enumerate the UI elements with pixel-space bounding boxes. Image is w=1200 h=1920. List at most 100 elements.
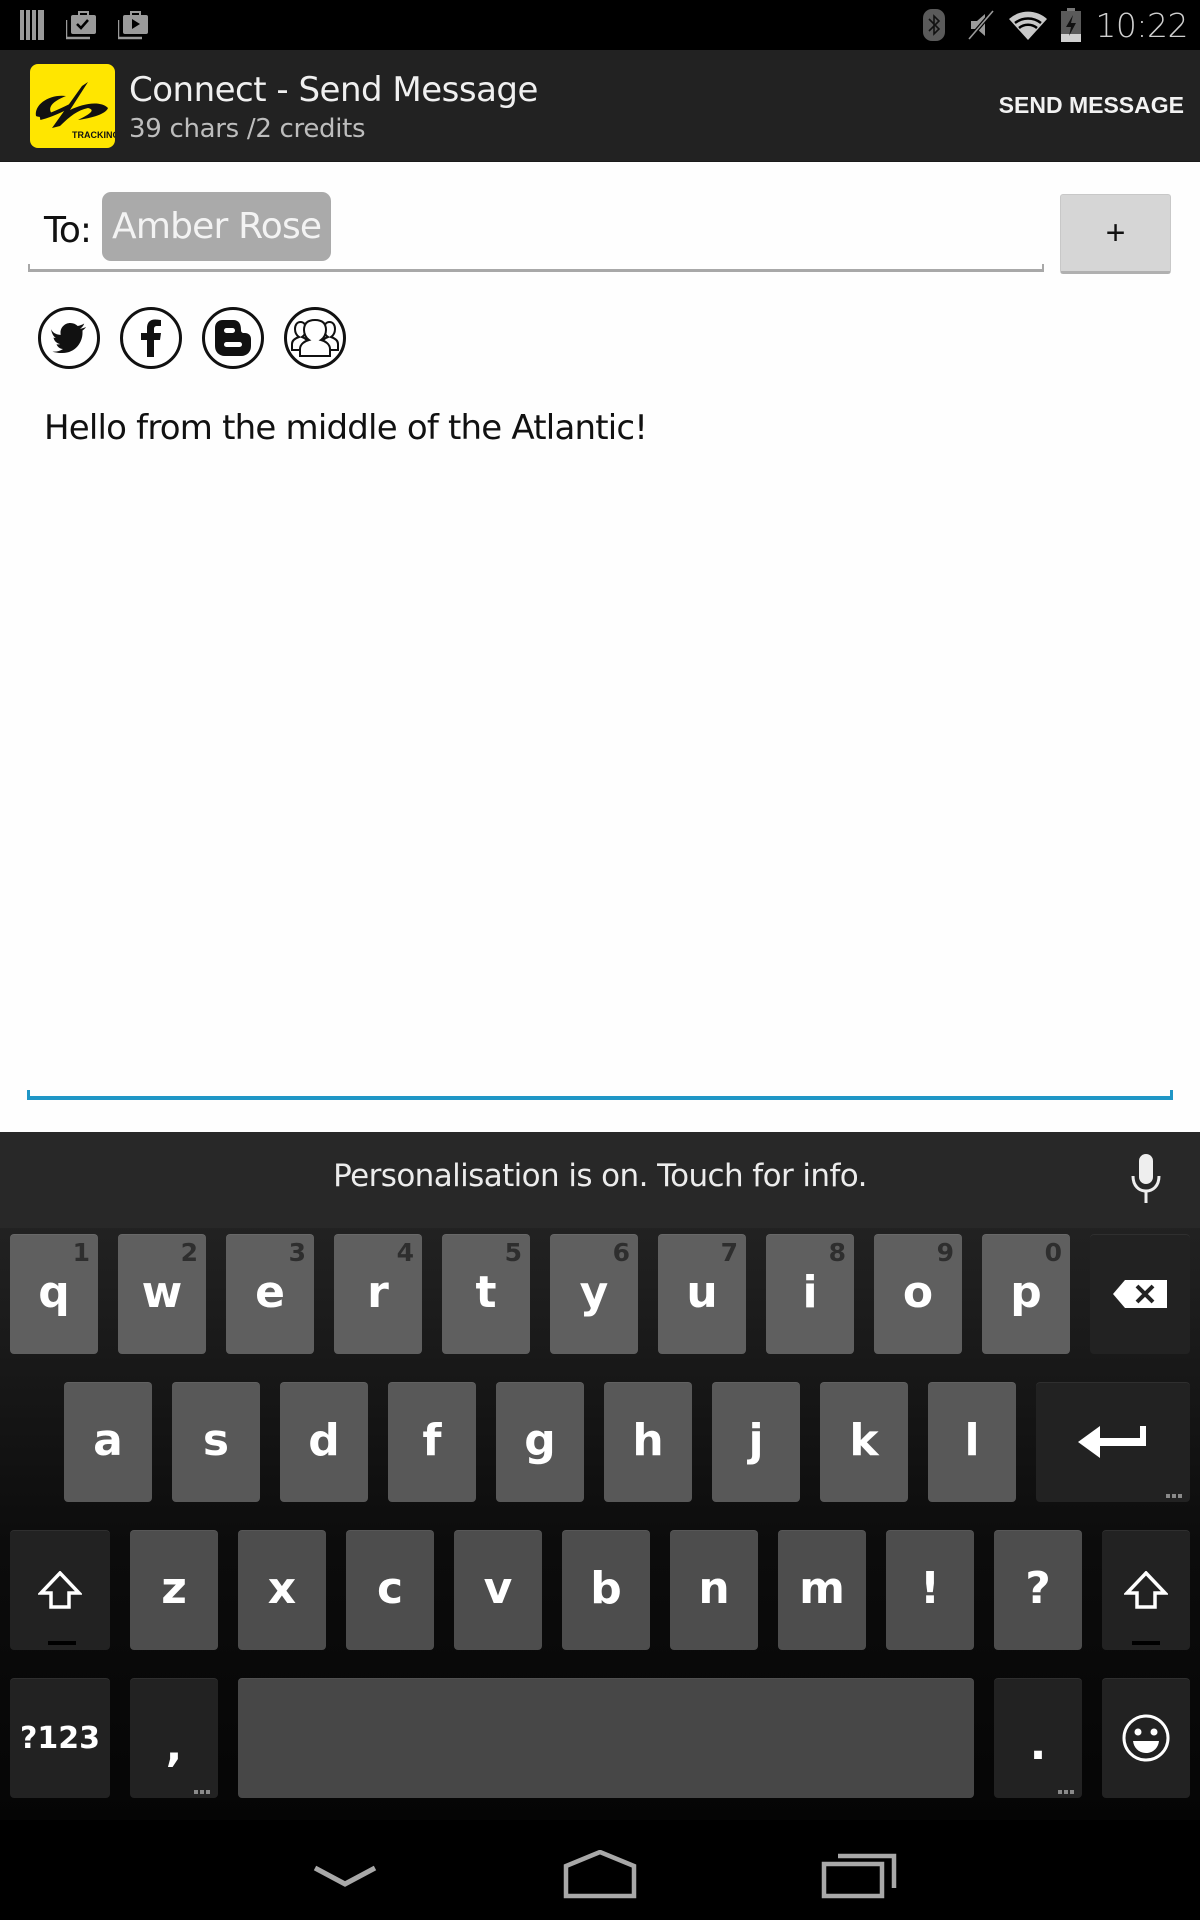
wifi-icon: [1009, 11, 1048, 40]
social-share-row: [38, 307, 346, 369]
key-number-hint: 2: [180, 1238, 198, 1267]
message-underline-cap-right: [1170, 1090, 1173, 1100]
message-underline-cap-left: [27, 1090, 30, 1100]
space-key[interactable]: [238, 1678, 974, 1798]
shift-key-right[interactable]: [1102, 1530, 1190, 1650]
recipient-chip[interactable]: Amber Rose: [102, 192, 332, 261]
key-label: o: [902, 1267, 934, 1318]
key-q[interactable]: q1: [10, 1234, 98, 1354]
more-options-dots: [194, 1790, 210, 1794]
key-p[interactable]: p0: [982, 1234, 1070, 1354]
battery-charging-icon: [1061, 8, 1082, 42]
key-label: ?: [1025, 1563, 1051, 1614]
compose-form: To: Amber Rose + Hello from the middle o…: [0, 162, 1200, 1132]
enter-key[interactable]: [1036, 1382, 1190, 1502]
symbols-key-label: ?123: [19, 1721, 101, 1756]
recipient-field-underline: [28, 269, 1044, 272]
key-label: k: [849, 1415, 879, 1466]
blogger-icon: [215, 320, 251, 356]
action-bar: TRACKING Connect - Send Message 39 chars…: [0, 50, 1200, 162]
recents-icon[interactable]: [820, 1850, 900, 1900]
key-o[interactable]: o9: [874, 1234, 962, 1354]
app-logo: TRACKING: [30, 64, 115, 148]
send-message-button[interactable]: SEND MESSAGE: [999, 88, 1184, 123]
key-j[interactable]: j: [712, 1382, 800, 1502]
key-k[interactable]: k: [820, 1382, 908, 1502]
period-key[interactable]: .: [994, 1678, 1082, 1798]
emoji-key[interactable]: [1102, 1678, 1190, 1798]
key-question[interactable]: ?: [994, 1530, 1082, 1650]
add-recipient-button[interactable]: +: [1060, 194, 1171, 274]
home-icon[interactable]: [560, 1850, 640, 1900]
key-c[interactable]: c: [346, 1530, 434, 1650]
key-m[interactable]: m: [778, 1530, 866, 1650]
key-r[interactable]: r4: [334, 1234, 422, 1354]
key-l[interactable]: l: [928, 1382, 1016, 1502]
back-icon[interactable]: [305, 1850, 385, 1900]
key-b[interactable]: b: [562, 1530, 650, 1650]
message-input[interactable]: Hello from the middle of the Atlantic!: [44, 408, 648, 448]
shift-key-left[interactable]: [10, 1530, 110, 1650]
key-a[interactable]: a: [64, 1382, 152, 1502]
status-bar: 10:22: [0, 0, 1200, 50]
key-label: t: [475, 1267, 497, 1318]
period-key-label: .: [1029, 1719, 1047, 1770]
key-label: h: [632, 1415, 664, 1466]
key-x[interactable]: x: [238, 1530, 326, 1650]
store-play-icon: [118, 11, 148, 40]
recipient-field[interactable]: To: Amber Rose: [28, 192, 1044, 280]
key-label: f: [422, 1415, 442, 1466]
enter-icon: [1078, 1426, 1146, 1458]
key-label: !: [919, 1563, 941, 1614]
microphone-icon[interactable]: [1128, 1154, 1164, 1204]
comma-key[interactable]: ,: [130, 1678, 218, 1798]
key-y[interactable]: y6: [550, 1234, 638, 1354]
key-i[interactable]: i8: [766, 1234, 854, 1354]
message-input-underline: [27, 1096, 1173, 1100]
key-label: d: [308, 1415, 340, 1466]
key-v[interactable]: v: [454, 1530, 542, 1650]
key-label: b: [590, 1563, 622, 1614]
muted-icon: [967, 9, 995, 41]
twitter-button[interactable]: [38, 307, 100, 369]
twitter-icon: [51, 323, 86, 353]
notification-icons: [20, 10, 150, 40]
key-number-hint: 1: [72, 1238, 90, 1267]
backspace-key[interactable]: [1090, 1234, 1190, 1354]
emoji-icon: [1122, 1714, 1170, 1762]
backspace-icon: [1113, 1280, 1167, 1308]
personalisation-notice[interactable]: Personalisation is on. Touch for info.: [0, 1158, 1200, 1194]
key-w[interactable]: w2: [118, 1234, 206, 1354]
shift-indicator: [1132, 1641, 1160, 1645]
key-h[interactable]: h: [604, 1382, 692, 1502]
key-t[interactable]: t5: [442, 1234, 530, 1354]
key-label: x: [267, 1563, 297, 1614]
key-d[interactable]: d: [280, 1382, 368, 1502]
symbols-key[interactable]: ?123: [10, 1678, 110, 1798]
key-n[interactable]: n: [670, 1530, 758, 1650]
key-f[interactable]: f: [388, 1382, 476, 1502]
key-exclamation[interactable]: !: [886, 1530, 974, 1650]
key-number-hint: 8: [828, 1238, 846, 1267]
key-g[interactable]: g: [496, 1382, 584, 1502]
group-button[interactable]: [284, 307, 346, 369]
navigation-bar: [0, 1820, 1200, 1920]
key-u[interactable]: u7: [658, 1234, 746, 1354]
screen-title: Connect - Send Message: [129, 70, 538, 110]
key-label: p: [1010, 1267, 1042, 1318]
key-label: z: [161, 1563, 187, 1614]
key-number-hint: 3: [288, 1238, 306, 1267]
key-label: y: [579, 1267, 609, 1318]
store-check-icon: [66, 11, 96, 40]
key-number-hint: 7: [720, 1238, 738, 1267]
key-e[interactable]: e3: [226, 1234, 314, 1354]
blogger-button[interactable]: [202, 307, 264, 369]
key-label: c: [376, 1563, 404, 1614]
comma-key-label: ,: [165, 1721, 183, 1772]
facebook-button[interactable]: [120, 307, 182, 369]
key-label: a: [93, 1415, 123, 1466]
bluetooth-icon: [923, 9, 946, 41]
key-label: u: [686, 1267, 718, 1318]
key-z[interactable]: z: [130, 1530, 218, 1650]
key-s[interactable]: s: [172, 1382, 260, 1502]
